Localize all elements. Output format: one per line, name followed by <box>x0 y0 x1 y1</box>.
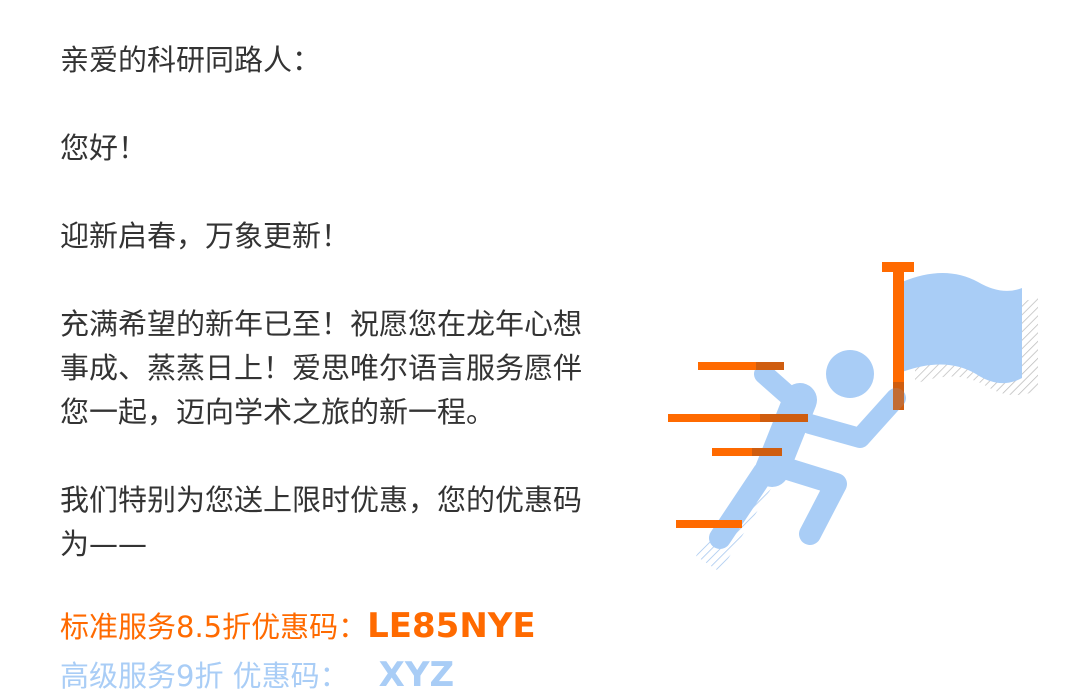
offer-line: 为—— <box>60 527 148 561</box>
advanced-promo-code: XYZ <box>378 655 455 695</box>
standard-promo: 标准服务8.5折优惠码：LE85NYE <box>60 602 650 651</box>
offer-paragraph: 我们特别为您送上限时优惠，您的优惠码 为—— <box>60 478 650 566</box>
intro-line: 迎新启春，万象更新！ <box>60 219 351 253</box>
wish-line: 事成、蒸蒸日上！爱思唯尔语言服务愿伴 <box>60 351 583 385</box>
greeting: 亲爱的科研同路人： <box>60 43 322 77</box>
standard-promo-label: 标准服务8.5折优惠码： <box>60 610 368 644</box>
standard-promo-code: LE85NYE <box>367 606 536 646</box>
running-person-with-flag-icon <box>660 252 1050 582</box>
runner-head <box>826 350 874 398</box>
letter-body: 亲爱的科研同路人： 您好！ 迎新启春，万象更新！ 充满希望的新年已至！祝愿您在龙… <box>60 38 650 700</box>
wish-paragraph: 充满希望的新年已至！祝愿您在龙年心想 事成、蒸蒸日上！爱思唯尔语言服务愿伴 您一… <box>60 302 650 434</box>
offer-line: 我们特别为您送上限时优惠，您的优惠码 <box>60 483 583 517</box>
advanced-promo-label: 高级服务9折 优惠码： <box>60 659 349 693</box>
flag <box>902 273 1022 384</box>
wish-line: 您一起，迈向学术之旅的新一程。 <box>60 395 496 429</box>
hello-line: 您好！ <box>60 131 148 165</box>
wish-line: 充满希望的新年已至！祝愿您在龙年心想 <box>60 307 583 341</box>
runner-leg-front <box>767 455 847 545</box>
runner-arm-up <box>800 388 906 448</box>
runner-arm-back <box>754 364 808 414</box>
advanced-promo: 高级服务9折 优惠码： XYZ <box>60 651 650 700</box>
speed-line <box>676 520 742 528</box>
